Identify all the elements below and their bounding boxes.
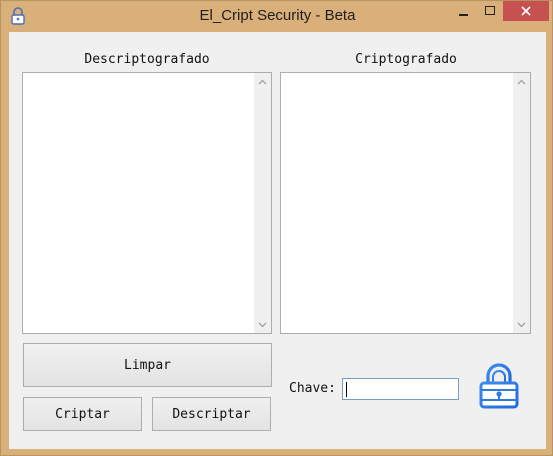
maximize-button[interactable] [477, 1, 503, 21]
minimize-button[interactable] [451, 1, 477, 21]
decrypted-scrollbar[interactable] [254, 73, 271, 333]
scroll-down-icon[interactable] [254, 316, 271, 333]
encrypted-scrollbar[interactable] [513, 73, 530, 333]
maximize-icon [485, 6, 495, 15]
app-window: El_Cript Security - Beta Descriptografad… [0, 0, 553, 456]
close-icon [521, 6, 531, 16]
encrypted-text [281, 73, 530, 79]
padlock-logo-icon [478, 363, 520, 409]
minimize-icon [459, 14, 468, 16]
decrypted-text [23, 73, 271, 79]
scroll-up-icon[interactable] [513, 73, 530, 90]
decrypted-textarea[interactable] [22, 72, 272, 334]
decrypted-label: Descriptografado [84, 52, 210, 67]
scroll-up-icon[interactable] [254, 73, 271, 90]
decrypt-button[interactable]: Descriptar [152, 397, 271, 431]
encrypted-textarea[interactable] [280, 72, 531, 334]
encrypt-button[interactable]: Criptar [23, 397, 142, 431]
key-label: Chave: [289, 381, 336, 396]
text-caret [346, 382, 347, 397]
scroll-down-icon[interactable] [513, 316, 530, 333]
close-button[interactable] [503, 1, 549, 21]
client-area: Descriptografado Criptografado Limpar Cr… [9, 32, 546, 449]
title-bar[interactable]: El_Cript Security - Beta [1, 1, 553, 33]
encrypted-label: Criptografado [355, 52, 457, 67]
key-input[interactable] [342, 378, 459, 400]
clear-button[interactable]: Limpar [23, 343, 272, 387]
